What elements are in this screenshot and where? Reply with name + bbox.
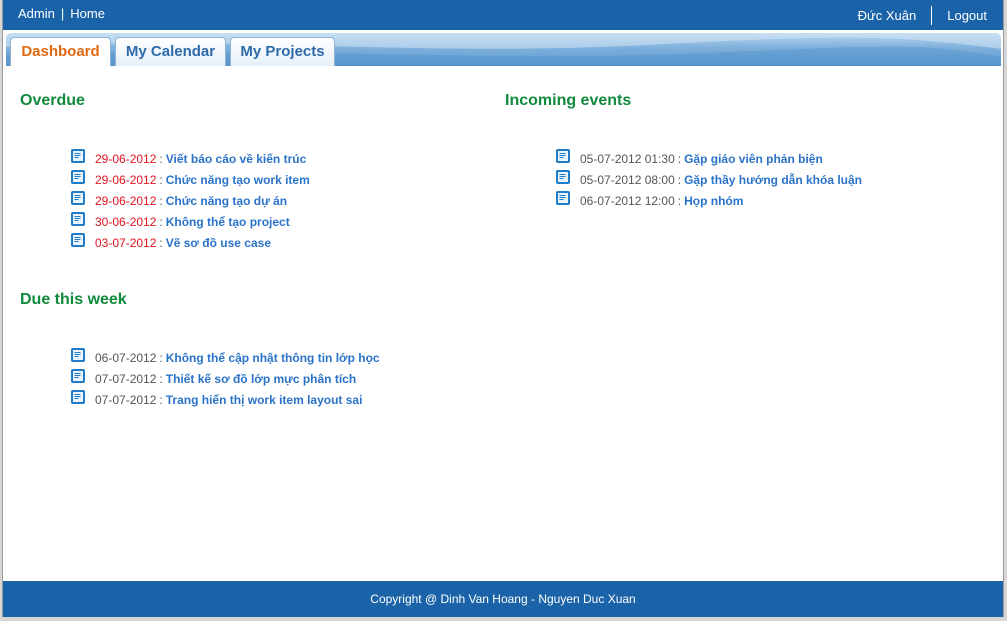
tab-dashboard[interactable]: Dashboard	[10, 37, 111, 66]
list-item: 03-07-2012: Vẽ sơ đồ use case	[70, 232, 310, 253]
document-icon	[71, 212, 85, 226]
app-window: Admin | Home Đức Xuân Logout Dashboard My …	[2, 0, 1004, 617]
event-link[interactable]: Gặp thầy hướng dẫn khóa luận	[684, 173, 862, 187]
document-icon	[71, 170, 85, 184]
user-name-link[interactable]: Đức Xuân	[858, 8, 917, 23]
list-item: 05-07-2012 01:30: Gặp giáo viên phản biện	[555, 148, 862, 169]
user-menu-divider	[931, 6, 933, 25]
document-icon	[71, 369, 85, 383]
document-icon	[71, 233, 85, 247]
item-link[interactable]: Thiết kế sơ đồ lớp mực phân tích	[166, 372, 356, 386]
document-icon	[71, 191, 85, 205]
document-icon	[71, 390, 85, 404]
list-item: 05-07-2012 08:00: Gặp thầy hướng dẫn khóa…	[555, 169, 862, 190]
tab-my-calendar[interactable]: My Calendar	[115, 37, 226, 66]
admin-link[interactable]: Admin	[18, 6, 55, 21]
item-date: 07-07-2012	[95, 392, 157, 407]
footer: Copyright @ Dinh Van Hoang - Nguyen Duc …	[3, 581, 1003, 617]
item-date: 30-06-2012	[95, 214, 157, 229]
item-link[interactable]: Chức năng tạo work item	[166, 173, 310, 187]
incoming-events-title: Incoming events	[505, 92, 632, 109]
event-datetime: 05-07-2012 01:30	[580, 151, 675, 166]
list-item: 30-06-2012: Không thể tạo project	[70, 211, 310, 232]
top-bar: Admin | Home Đức Xuân Logout	[3, 0, 1003, 30]
user-menu: Đức Xuân Logout	[858, 6, 987, 25]
item-date: 03-07-2012	[95, 235, 157, 250]
item-link[interactable]: Trang hiển thị work item layout sai	[166, 393, 363, 407]
top-nav: Admin | Home	[18, 6, 105, 21]
tab-my-projects[interactable]: My Projects	[230, 37, 335, 66]
item-date: 29-06-2012	[95, 151, 157, 166]
item-date: 29-06-2012	[95, 172, 157, 187]
list-item: 29-06-2012: Chức năng tạo work item	[70, 169, 310, 190]
incoming-events-list: 05-07-2012 01:30: Gặp giáo viên phản biện…	[555, 148, 862, 211]
list-item: 06-07-2012 12:00: Họp nhóm	[555, 190, 862, 211]
due-this-week-list: 06-07-2012: Không thể cập nhật thông tin …	[70, 347, 380, 410]
event-link[interactable]: Gặp giáo viên phản biện	[684, 152, 823, 166]
overdue-list: 29-06-2012: Viết báo cáo về kiến trúc 29-…	[70, 148, 310, 253]
overdue-title: Overdue	[20, 92, 85, 109]
list-item: 07-07-2012: Trang hiển thị work item layo…	[70, 389, 380, 410]
logout-link[interactable]: Logout	[947, 8, 987, 23]
list-item: 07-07-2012: Thiết kế sơ đồ lớp mực phân t…	[70, 368, 380, 389]
copyright-text: Copyright @ Dinh Van Hoang - Nguyen Duc …	[370, 592, 636, 606]
nav-separator: |	[60, 6, 65, 21]
document-icon	[556, 149, 570, 163]
event-datetime: 05-07-2012 08:00	[580, 172, 675, 187]
item-link[interactable]: Vẽ sơ đồ use case	[166, 236, 271, 250]
event-datetime: 06-07-2012 12:00	[580, 193, 675, 208]
item-date: 29-06-2012	[95, 193, 157, 208]
document-icon	[556, 170, 570, 184]
list-item: 29-06-2012: Viết báo cáo về kiến trúc	[70, 148, 310, 169]
event-link[interactable]: Họp nhóm	[684, 194, 743, 208]
list-item: 06-07-2012: Không thể cập nhật thông tin …	[70, 347, 380, 368]
document-icon	[556, 191, 570, 205]
tab-bar: Dashboard My Calendar My Projects	[6, 33, 1001, 66]
item-link[interactable]: Không thể cập nhật thông tin lớp học	[166, 351, 380, 365]
home-link[interactable]: Home	[70, 6, 105, 21]
list-item: 29-06-2012: Chức năng tạo dự án	[70, 190, 310, 211]
item-link[interactable]: Viết báo cáo về kiến trúc	[166, 152, 307, 166]
item-link[interactable]: Không thể tạo project	[166, 215, 290, 229]
document-icon	[71, 149, 85, 163]
item-date: 06-07-2012	[95, 350, 157, 365]
item-link[interactable]: Chức năng tạo dự án	[166, 194, 287, 208]
due-this-week-title: Due this week	[20, 291, 127, 308]
item-date: 07-07-2012	[95, 371, 157, 386]
document-icon	[71, 348, 85, 362]
